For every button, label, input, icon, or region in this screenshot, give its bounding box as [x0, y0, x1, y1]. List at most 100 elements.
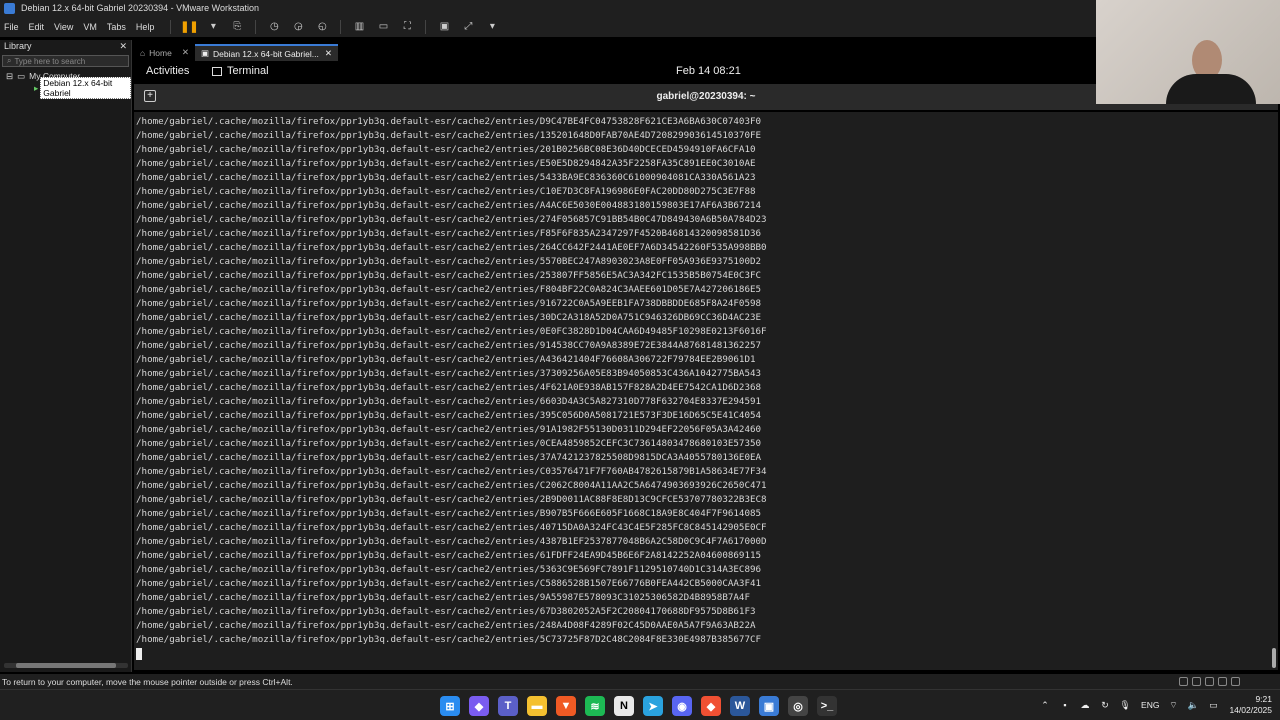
terminal-output[interactable]: /home/gabriel/.cache/mozilla/firefox/ppr…: [134, 112, 1278, 670]
terminal-line: /home/gabriel/.cache/mozilla/firefox/ppr…: [136, 424, 762, 435]
taskbar-time: 9:21: [1255, 694, 1272, 704]
close-icon[interactable]: ✕: [182, 47, 189, 58]
terminal-line: /home/gabriel/.cache/mozilla/firefox/ppr…: [136, 396, 762, 407]
close-icon[interactable]: ✕: [119, 41, 127, 52]
thumbnail-bar-icon[interactable]: ▭: [376, 20, 390, 34]
menu-edit[interactable]: Edit: [29, 22, 45, 32]
language-indicator[interactable]: ENG: [1141, 700, 1159, 710]
terminal-app-menu[interactable]: Terminal: [212, 65, 269, 77]
tab-debian-vm[interactable]: ▣ Debian 12.x 64-bit Gabriel... ✕: [194, 44, 338, 61]
terminal-line: /home/gabriel/.cache/mozilla/firefox/ppr…: [136, 326, 767, 337]
vmware-icon[interactable]: ▣: [759, 696, 779, 716]
copilot-icon[interactable]: ◆: [469, 696, 489, 716]
terminal-line: /home/gabriel/.cache/mozilla/firefox/ppr…: [136, 200, 762, 211]
terminal-scrollbar[interactable]: [1272, 648, 1276, 668]
terminal-line: /home/gabriel/.cache/mozilla/firefox/ppr…: [136, 382, 762, 393]
terminal-line: /home/gabriel/.cache/mozilla/firefox/ppr…: [136, 298, 762, 309]
gnome-clock[interactable]: Feb 14 08:21: [676, 65, 741, 77]
tree-item-vm[interactable]: ▸ Debian 12.x 64-bit Gabriel: [0, 77, 131, 99]
pause-vm-icon[interactable]: ❚❚: [180, 20, 198, 34]
tab-home[interactable]: ⌂ Home ✕: [134, 44, 195, 61]
show-library-icon[interactable]: ▥: [352, 20, 366, 34]
terminal-line: /home/gabriel/.cache/mozilla/firefox/ppr…: [136, 172, 756, 183]
taskbar-date: 14/02/2025: [1229, 705, 1272, 715]
teams-icon[interactable]: T: [498, 696, 518, 716]
hdd-icon[interactable]: [1179, 677, 1188, 686]
menu-vm[interactable]: VM: [83, 22, 97, 32]
terminal-cursor: [136, 647, 142, 660]
discord-icon[interactable]: ◉: [672, 696, 692, 716]
sound-icon[interactable]: [1231, 677, 1240, 686]
terminal-line: /home/gabriel/.cache/mozilla/firefox/ppr…: [136, 438, 762, 449]
terminal-line: /home/gabriel/.cache/mozilla/firefox/ppr…: [136, 158, 756, 169]
network-icon[interactable]: [1205, 677, 1214, 686]
computer-icon: ▭: [17, 70, 26, 81]
terminal-line: /home/gabriel/.cache/mozilla/firefox/ppr…: [136, 312, 762, 323]
battery-icon[interactable]: ▭: [1207, 699, 1219, 711]
file-explorer-icon[interactable]: ▬: [527, 696, 547, 716]
snapshot-manager-icon[interactable]: ◵: [315, 20, 329, 34]
tree-label: Debian 12.x 64-bit Gabriel: [40, 77, 131, 99]
stretch-guest-icon[interactable]: ⤢: [461, 20, 475, 34]
usb-icon[interactable]: [1218, 677, 1227, 686]
full-screen-icon[interactable]: ⛶: [400, 20, 414, 34]
microphone-icon[interactable]: 🎙: [1119, 699, 1131, 711]
collapse-icon[interactable]: ⊟: [6, 71, 13, 82]
dropdown-arrow-icon[interactable]: ▾: [206, 20, 220, 34]
terminal-line: /home/gabriel/.cache/mozilla/firefox/ppr…: [136, 340, 762, 351]
close-icon[interactable]: ✕: [325, 48, 332, 59]
tab-label: Debian 12.x 64-bit Gabriel...: [212, 48, 319, 59]
menu-tabs[interactable]: Tabs: [107, 22, 126, 32]
obs-icon[interactable]: ◎: [788, 696, 808, 716]
device-icons: [1175, 677, 1240, 686]
terminal-line: /home/gabriel/.cache/mozilla/firefox/ppr…: [136, 130, 762, 141]
revert-snapshot-icon[interactable]: ◶: [291, 20, 305, 34]
spotify-icon[interactable]: ≋: [585, 696, 605, 716]
terminal-line: /home/gabriel/.cache/mozilla/firefox/ppr…: [136, 368, 762, 379]
activities-button[interactable]: Activities: [146, 65, 189, 77]
volume-icon[interactable]: 🔈: [1187, 699, 1199, 711]
terminal-line: /home/gabriel/.cache/mozilla/firefox/ppr…: [136, 620, 756, 631]
terminal-prompt-line[interactable]: [136, 647, 1278, 661]
onedrive-icon[interactable]: ☁: [1079, 699, 1091, 711]
scrollbar-thumb[interactable]: [16, 663, 116, 668]
taskbar-clock[interactable]: 9:21 14/02/2025: [1229, 694, 1272, 716]
terminal-line: /home/gabriel/.cache/mozilla/firefox/ppr…: [136, 578, 762, 589]
webcam-person-body: [1166, 74, 1256, 104]
menu-view[interactable]: View: [54, 22, 73, 32]
terminal-line: /home/gabriel/.cache/mozilla/firefox/ppr…: [136, 228, 762, 239]
home-icon: ⌂: [140, 47, 146, 58]
dropdown-arrow-icon[interactable]: ▾: [485, 20, 499, 34]
chevron-up-icon[interactable]: ⌃: [1039, 699, 1051, 711]
library-horizontal-scrollbar[interactable]: [4, 663, 128, 668]
cd-icon[interactable]: [1192, 677, 1201, 686]
telegram-icon[interactable]: ➤: [643, 696, 663, 716]
notion-icon[interactable]: N: [614, 696, 634, 716]
console-view-icon[interactable]: ▣: [437, 20, 451, 34]
terminal-line: /home/gabriel/.cache/mozilla/firefox/ppr…: [136, 564, 762, 575]
word-icon[interactable]: W: [730, 696, 750, 716]
search-placeholder: Type here to search: [14, 56, 86, 66]
tray-app-icon[interactable]: ▪: [1059, 699, 1071, 711]
tray-sync-icon[interactable]: ↻: [1099, 699, 1111, 711]
library-search-input[interactable]: ⌕ Type here to search: [2, 55, 129, 67]
vm-icon: ▣: [200, 48, 209, 58]
menu-bar: File Edit View VM Tabs Help ❚❚ ▾ ⎘ ◷ ◶ ◵…: [0, 16, 1280, 37]
terminal-line: /home/gabriel/.cache/mozilla/firefox/ppr…: [136, 354, 756, 365]
window-titlebar: Debian 12.x 64-bit Gabriel 20230394 - VM…: [0, 0, 1280, 16]
vmware-app-icon: [4, 2, 15, 14]
library-title: Library: [4, 41, 32, 51]
menu-file[interactable]: File: [4, 22, 19, 32]
search-icon: ⌕: [7, 56, 12, 65]
wifi-icon[interactable]: ⌔: [1167, 699, 1179, 711]
system-tray: ⌃ ▪ ☁ ↻ 🎙 ENG ⌔ 🔈 ▭ 9:21 14/02/2025: [1031, 694, 1272, 716]
windows-start-icon[interactable]: ⊞: [440, 696, 460, 716]
snapshot-icon[interactable]: ◷: [267, 20, 281, 34]
terminal-icon[interactable]: >_: [817, 696, 837, 716]
send-ctrl-alt-del-icon[interactable]: ⎘: [230, 20, 244, 34]
terminal-line: /home/gabriel/.cache/mozilla/firefox/ppr…: [136, 186, 756, 197]
terminal-line: /home/gabriel/.cache/mozilla/firefox/ppr…: [136, 284, 762, 295]
brave-icon[interactable]: ▼: [556, 696, 576, 716]
menu-help[interactable]: Help: [136, 22, 155, 32]
git-icon[interactable]: ◆: [701, 696, 721, 716]
